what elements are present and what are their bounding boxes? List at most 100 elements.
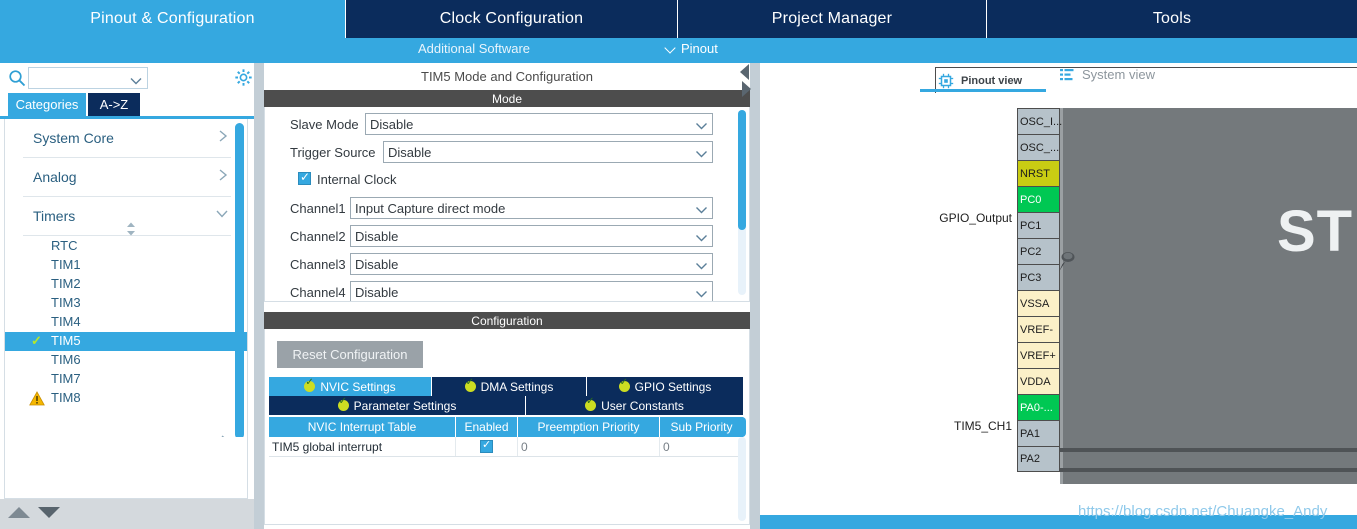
sidebar-item-tim3[interactable]: TIM3	[5, 294, 247, 313]
mode-section-body: Slave Mode Disable Trigger Source Disabl…	[264, 107, 750, 302]
column-header-nvic-interrupt-table[interactable]: NVIC Interrupt Table	[269, 417, 456, 437]
divider-left[interactable]	[254, 63, 264, 529]
tab-label: DMA Settings	[480, 379, 554, 394]
slave-mode-select[interactable]: Disable	[365, 113, 713, 135]
field-label: Internal Clock	[317, 172, 397, 187]
internal-clock-checkbox[interactable]	[298, 170, 311, 185]
pinout-dropdown-label: Pinout	[681, 41, 718, 56]
select-value: Disable	[355, 285, 399, 300]
pin-vdda[interactable]: VDDA	[1017, 368, 1060, 394]
chevron-down-icon	[695, 118, 708, 136]
channel2-select[interactable]: Disable	[350, 225, 713, 247]
sub-tab-bar: Additional Software Pinout	[0, 38, 1357, 63]
tab-project-manager[interactable]: Project Manager	[678, 0, 987, 38]
pin-pa2[interactable]: PA2	[1017, 446, 1060, 472]
channel1-select[interactable]: Input Capture direct mode	[350, 197, 713, 219]
tab-clock-configuration[interactable]: Clock Configuration	[346, 0, 678, 38]
tab-tools[interactable]: Tools	[987, 0, 1357, 38]
check-circle-icon	[618, 377, 630, 392]
divider-right[interactable]	[750, 63, 760, 529]
pin-pc3[interactable]: PC3	[1017, 264, 1060, 290]
table-scrollbar-thumb[interactable]	[738, 417, 746, 437]
cell-preemption-priority[interactable]: 0	[518, 437, 660, 456]
field-channel2: Channel2 Disable	[265, 223, 749, 251]
pin-pc0[interactable]: PC0	[1017, 186, 1060, 212]
tab-nvic-settings[interactable]: NVIC Settings	[269, 377, 432, 396]
configuration-tabs: NVIC Settings DMA Settings GPIO Settings	[269, 377, 743, 415]
column-header-sub-priority[interactable]: Sub Priority	[660, 417, 743, 437]
pin-nrst[interactable]: NRST	[1017, 160, 1060, 186]
sidebar-item-tim6[interactable]: TIM6	[5, 351, 247, 370]
enabled-checkbox[interactable]	[480, 438, 493, 453]
column-header-enabled[interactable]: Enabled	[456, 417, 518, 437]
field-trigger-source: Trigger Source Disable	[265, 139, 749, 167]
sidebar-item-tim8[interactable]: TIM8	[5, 389, 247, 409]
tab-user-constants[interactable]: User Constants	[526, 396, 743, 415]
pin-pc2[interactable]: PC2	[1017, 238, 1060, 264]
horizontal-scroll-arrows[interactable]	[0, 499, 254, 529]
configuration-section: Configuration Reset Configuration NVIC S…	[264, 312, 750, 525]
chip-body[interactable]: ST	[1060, 108, 1357, 484]
search-input[interactable]	[28, 67, 148, 89]
search-icon[interactable]	[8, 69, 26, 87]
scroll-up-arrow-icon[interactable]	[8, 507, 30, 518]
sidebar-item-tim5[interactable]: ✓ TIM5	[5, 332, 247, 351]
column-header-preemption-priority[interactable]: Preemption Priority	[518, 417, 660, 437]
nvic-interrupt-table: NVIC Interrupt Table Enabled Preemption …	[269, 417, 743, 457]
sidebar-group-system-core[interactable]: System Core	[23, 119, 231, 158]
gear-icon[interactable]	[234, 68, 253, 87]
sidebar-item-tim7[interactable]: TIM7	[5, 370, 247, 389]
scrollbar-thumb[interactable]	[738, 110, 746, 230]
pin-vref-minus[interactable]: VREF-	[1017, 316, 1060, 342]
field-internal-clock[interactable]: Internal Clock	[265, 167, 749, 195]
collapse-left-arrow-icon[interactable]	[740, 64, 749, 80]
sidebar-group-analog[interactable]: Analog	[23, 158, 231, 197]
scroll-updown-icon[interactable]	[122, 222, 140, 236]
additional-software-button[interactable]: Additional Software	[418, 41, 530, 56]
panel-title: TIM5 Mode and Configuration	[264, 63, 750, 90]
pinout-canvas[interactable]: ST OSC_I... OSC_... NRST PC0 PC1 PC2 PC3…	[760, 95, 1357, 495]
pinout-dropdown-button[interactable]: Pinout	[665, 41, 718, 56]
channel3-select[interactable]: Disable	[350, 253, 713, 275]
pin-vref-plus[interactable]: VREF+	[1017, 342, 1060, 368]
warning-icon	[29, 391, 45, 409]
cell-sub-priority[interactable]: 0	[660, 437, 743, 456]
tab-a-to-z[interactable]: A->Z	[88, 93, 140, 116]
cell-enabled[interactable]	[456, 437, 518, 456]
pin-signal-label-pa0: TIM5_CH1	[953, 419, 1012, 433]
scrollbar-thumb[interactable]	[235, 123, 244, 439]
pin-osc-in[interactable]: OSC_I...	[1017, 108, 1062, 134]
sidebar-item-tim1[interactable]: TIM1	[5, 256, 247, 275]
active-view-underline	[920, 89, 1046, 92]
chevron-down-icon	[215, 207, 229, 224]
pin-vssa[interactable]: VSSA	[1017, 290, 1060, 316]
scroll-down-arrow-icon[interactable]	[38, 507, 60, 518]
sidebar-item-rtc[interactable]: RTC	[5, 237, 247, 256]
tab-dma-settings[interactable]: DMA Settings	[432, 377, 587, 396]
tab-system-view[interactable]: System view	[1060, 67, 1155, 82]
pin-pa1[interactable]: PA1	[1017, 420, 1060, 446]
channel4-select[interactable]: Disable	[350, 281, 713, 301]
tab-categories[interactable]: Categories	[8, 93, 86, 116]
mode-section-header: Mode	[264, 90, 750, 107]
pin-pc1[interactable]: PC1	[1017, 212, 1060, 238]
chip-bottom-edge	[1060, 468, 1357, 472]
table-header-row: NVIC Interrupt Table Enabled Preemption …	[269, 417, 743, 437]
sidebar-item-label: TIM1	[51, 257, 81, 272]
mode-configuration-panel: TIM5 Mode and Configuration Mode Slave M…	[264, 63, 752, 529]
table-scrollbar-track[interactable]	[738, 437, 746, 521]
pin-pa0[interactable]: PA0-...	[1017, 394, 1060, 420]
sidebar-item-tim2[interactable]: TIM2	[5, 275, 247, 294]
panel-collapse-arrows[interactable]	[740, 63, 752, 101]
table-row[interactable]: TIM5 global interrupt 0 0	[269, 437, 743, 457]
reset-configuration-button[interactable]: Reset Configuration	[277, 341, 423, 368]
sidebar-item-tim4[interactable]: TIM4	[5, 313, 247, 332]
trigger-source-select[interactable]: Disable	[383, 141, 713, 163]
pin-osc-out[interactable]: OSC_...	[1017, 134, 1060, 160]
configuration-section-body: Reset Configuration NVIC Settings DMA Se…	[264, 329, 750, 525]
tab-gpio-settings[interactable]: GPIO Settings	[587, 377, 743, 396]
mode-scrollbar[interactable]	[738, 110, 746, 295]
collapse-right-arrow-icon[interactable]	[742, 81, 751, 97]
tab-parameter-settings[interactable]: Parameter Settings	[269, 396, 526, 415]
tab-pinout-configuration[interactable]: Pinout & Configuration	[0, 0, 346, 38]
